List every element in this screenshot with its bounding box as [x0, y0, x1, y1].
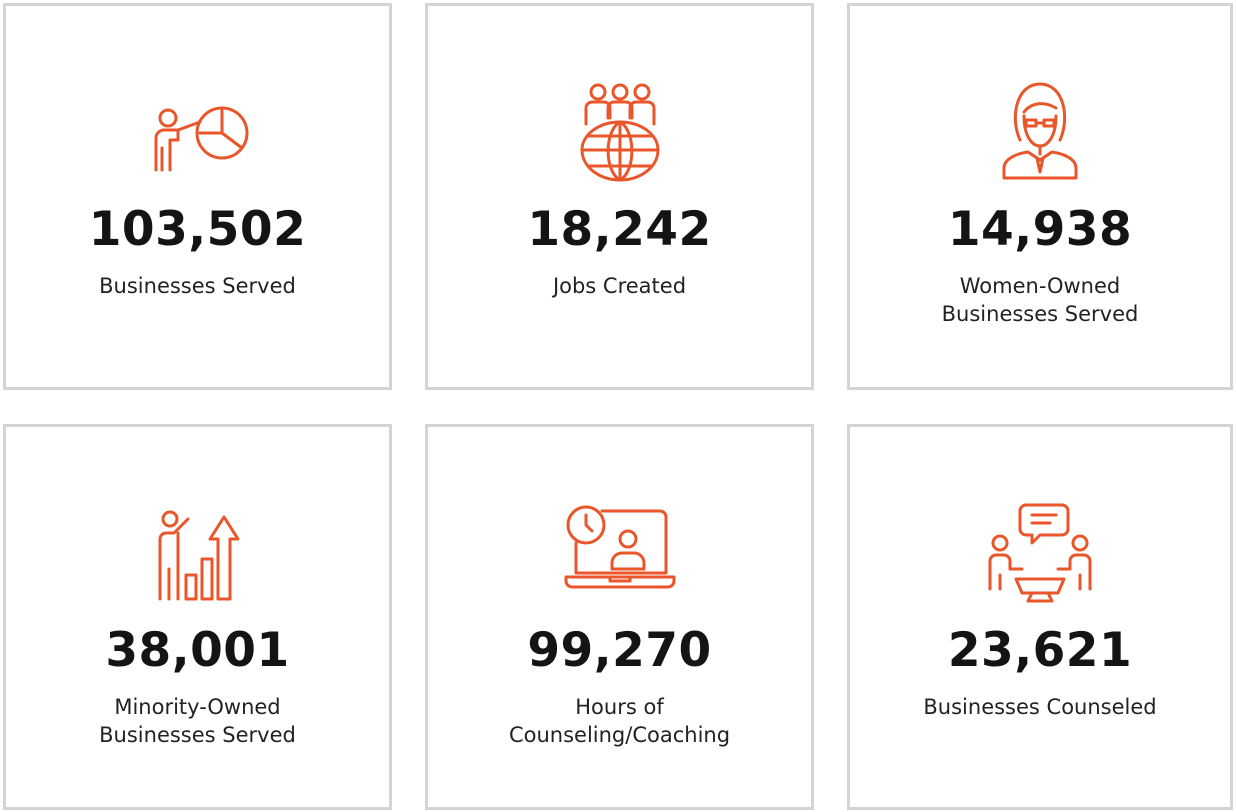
stat-value: 38,001: [105, 623, 290, 678]
presentation-pie-chart-icon: [138, 78, 258, 188]
laptop-clock-coaching-icon: [560, 499, 680, 609]
meeting-chat-icon: [980, 499, 1100, 609]
stat-label: Businesses Served: [99, 274, 296, 298]
global-team-icon: [560, 78, 680, 188]
stat-card-hours-counseling: 99,270 Hours of Counseling/Coaching: [425, 424, 814, 810]
stat-label: Minority-Owned Businesses Served: [99, 695, 296, 747]
stat-value: 99,270: [527, 623, 712, 678]
stat-card-women-owned: 14,938 Women-Owned Businesses Served: [847, 3, 1233, 390]
stat-card-businesses-counseled: 23,621 Businesses Counseled: [847, 424, 1233, 810]
stat-label: Hours of Counseling/Coaching: [508, 695, 731, 747]
stat-label: Women-Owned Businesses Served: [941, 274, 1139, 326]
stat-value: 23,621: [947, 623, 1133, 678]
stat-card-minority-owned: 38,001 Minority-Owned Businesses Served: [3, 424, 392, 810]
stat-card-businesses-served: 103,502 Businesses Served: [3, 3, 392, 390]
stat-value: 14,938: [947, 202, 1133, 257]
growth-chart-presenter-icon: [138, 499, 258, 609]
businesswoman-icon: [980, 78, 1100, 188]
stat-card-jobs-created: 18,242 Jobs Created: [425, 3, 814, 390]
stat-label: Businesses Counseled: [923, 695, 1157, 719]
stat-value: 103,502: [88, 202, 307, 257]
stat-value: 18,242: [527, 202, 712, 257]
stat-label: Jobs Created: [552, 274, 687, 298]
